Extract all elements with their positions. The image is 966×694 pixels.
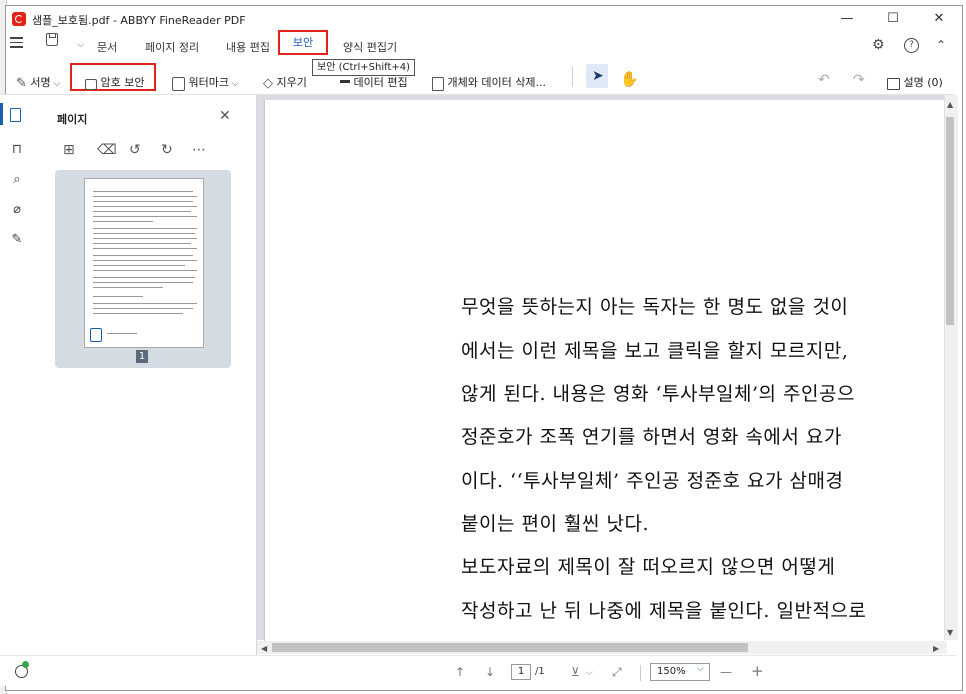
save-options-chevron-icon[interactable]: ⌵ [77,40,84,50]
redo-icon[interactable]: ↷ [853,72,865,88]
document-text-line: 않게 된다. 내용은 영화 ‘투사부일체’의 주인공으 [461,383,855,405]
window-title: 샘플_보호됨.pdf - ABBYY FineReader PDF [32,14,246,27]
watermark-label: 워터마크 [188,76,229,89]
thumbnail-page-number: 1 [136,350,148,363]
search-icon[interactable]: ⌕ [10,173,24,187]
pen-icon: ✎ [16,75,27,91]
close-button[interactable]: ✕ [916,6,962,32]
zoom-in-button[interactable]: + [751,662,764,680]
password-security-label: 암호 보안 [100,76,145,89]
panel-title: 페이지 [57,113,88,126]
add-page-icon[interactable]: ⊞ [63,142,75,158]
menu-document[interactable]: 문서 [97,39,117,55]
page-thumbnail[interactable] [84,178,204,348]
menu-security[interactable]: 보안 [278,30,328,55]
watermark-icon [172,77,185,91]
document-page: 무엇을 뜻하는지 아는 독자는 한 명도 없을 것이 에서는 이런 제목을 보고… [264,100,954,645]
vertical-scroll-thumb[interactable] [946,117,954,325]
redact-label: 데이터 편집 [353,76,408,89]
menu-form-editor[interactable]: 양식 편집기 [343,39,397,55]
pages-icon[interactable] [10,108,21,122]
help-icon[interactable]: ? [904,38,919,53]
watermark-button[interactable]: 워터마크 ⌵ [172,74,239,91]
hamburger-menu-icon[interactable] [10,37,23,51]
document-text-line: 작성하고 난 뒤 나중에 제목을 붙인다. 일반적으로 [461,600,867,622]
chevron-down-icon: ⌵ [228,79,239,89]
total-pages: /1 [535,666,545,677]
next-page-icon[interactable]: ↓ [485,665,495,679]
scroll-up-icon[interactable]: ▲ [947,100,953,109]
remove-objects-button[interactable]: 개체와 데이터 삭제... [432,74,546,91]
lock-icon [85,78,97,90]
rail-active-indicator [0,103,3,125]
text-layer-icon [90,328,102,342]
fit-page-icon[interactable]: ⤢ [612,665,622,680]
document-text-line: 이다. ‘‘투사부일체’ 주인공 정준호 요가 삼매경 [461,470,844,492]
erase-button[interactable]: ◇ 지우기 [263,74,307,91]
comment-icon [887,78,900,90]
zoom-out-button[interactable]: — [720,665,732,679]
document-text-line: 정준호가 조폭 연기를 하면서 영화 속에서 요가 [461,426,842,448]
document-text-line: 붙이는 편이 훨씬 낫다. [461,513,649,535]
maximize-button[interactable]: ☐ [870,6,916,32]
delete-page-icon[interactable]: ⌫ [97,142,117,158]
rotate-right-icon[interactable]: ↻ [161,142,173,158]
select-tool-button[interactable]: ➤ [586,64,608,88]
rotate-left-icon[interactable]: ↺ [129,142,141,158]
document-remove-icon [432,77,444,91]
fit-width-icon[interactable]: ⊻ [571,665,580,679]
signature-icon[interactable]: ✎ [10,233,24,247]
document-text-line: 보도자료의 제목이 잘 떠오르지 않으면 어떻게 [461,556,836,578]
comments-button[interactable]: 설명 (0) [887,74,943,90]
panel-close-icon[interactable]: ✕ [219,108,231,124]
scroll-right-icon[interactable]: ▶ [933,644,939,653]
minimize-button[interactable]: — [824,6,870,32]
undo-icon[interactable]: ↶ [818,72,830,88]
scroll-left-icon[interactable]: ◀ [261,644,267,653]
attachment-icon[interactable]: ⌀ [10,203,24,217]
app-logo-icon [12,12,26,26]
redact-icon [340,79,350,83]
settings-gear-icon[interactable]: ⚙ [872,37,885,53]
collapse-ribbon-icon[interactable]: ⌃ [936,38,946,52]
menu-page-organize[interactable]: 페이지 정리 [145,39,199,55]
eraser-icon: ◇ [263,75,273,91]
previous-page-icon[interactable]: ↑ [455,665,465,679]
signature-label: 서명 [30,76,51,89]
horizontal-scroll-thumb[interactable] [272,643,748,652]
password-security-content: 암호 보안 [85,74,144,90]
scroll-down-icon[interactable]: ▼ [947,628,953,637]
document-text-line: 에서는 이런 제목을 보고 클릭을 할지 모르지만, [461,340,849,362]
document-text-line: 무엇을 뜻하는지 아는 독자는 한 명도 없을 것이 [461,296,849,318]
status-bar [0,655,956,686]
more-options-icon[interactable]: ⋯ [192,142,206,158]
save-icon[interactable] [46,33,58,46]
comments-label: 설명 (0) [903,76,943,89]
menu-edit-content[interactable]: 내용 편집 [226,39,270,55]
redact-button[interactable]: 데이터 편집 [340,74,408,90]
fit-options-chevron-icon[interactable]: ⌵ [586,668,593,678]
sync-ok-badge [22,661,29,668]
bookmark-icon[interactable]: ⊓ [10,143,24,157]
toolbar-divider [572,67,573,87]
remove-objects-label: 개체와 데이터 삭제... [447,76,546,89]
status-divider [640,665,641,681]
hand-tool-icon[interactable]: ✋ [620,70,639,88]
zoom-chevron-down-icon[interactable]: ⌵ [697,664,704,674]
signature-button[interactable]: ✎ 서명 ⌵ [16,74,60,91]
chevron-down-icon: ⌵ [50,79,61,89]
page-number-input[interactable]: 1 [511,664,531,680]
erase-label: 지우기 [276,76,307,89]
pointer-icon: ➤ [592,68,604,84]
security-tooltip: 보안 (Ctrl+Shift+4) [312,59,416,76]
title-bar: 샘플_보호됨.pdf - ABBYY FineReader PDF — ☐ ✕ [6,6,962,32]
